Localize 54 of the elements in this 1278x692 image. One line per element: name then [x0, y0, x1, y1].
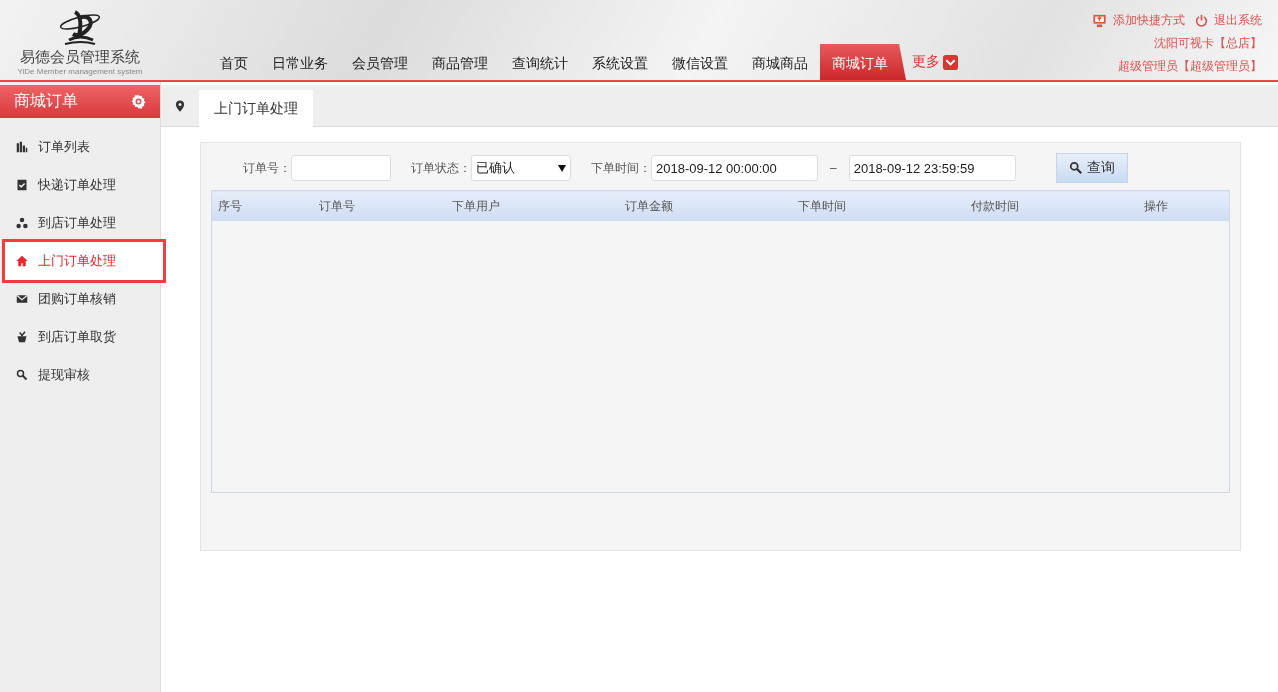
- more-menu[interactable]: 更多: [906, 44, 958, 80]
- nav-tab[interactable]: 微信设置: [660, 44, 740, 80]
- checked-document-icon: [16, 179, 28, 191]
- column-header: 订单金额: [618, 190, 792, 221]
- sidebar-item[interactable]: 到店订单取货: [0, 318, 164, 356]
- column-header: 下单用户: [445, 190, 619, 221]
- chevron-down-icon: [943, 54, 958, 70]
- start-time-field[interactable]: 2018-09-12 00:00:00: [651, 155, 818, 181]
- user-name: 超级管理员【超级管理员】: [1118, 58, 1262, 75]
- power-icon: [1195, 14, 1208, 27]
- sidebar-item[interactable]: 订单列表: [0, 128, 164, 166]
- settings-icon: [131, 94, 146, 109]
- order-number-field[interactable]: [291, 155, 391, 181]
- nav-tab[interactable]: 查询统计: [500, 44, 580, 80]
- field-label: 订单状态：: [411, 159, 471, 177]
- column-header: 付款时间: [964, 190, 1138, 221]
- sidebar-item[interactable]: 到店订单处理: [0, 204, 164, 242]
- search-icon: [16, 369, 28, 381]
- column-header: 序号: [211, 190, 314, 221]
- sidebar-item[interactable]: 团购订单核销: [0, 280, 164, 318]
- dropdown-caret-icon: [558, 164, 566, 172]
- location-pin-icon: [174, 98, 186, 113]
- nav-tab[interactable]: 商城订单: [820, 44, 906, 80]
- store-name: 沈阳可视卡【总店】: [1154, 35, 1262, 52]
- column-header: 订单号: [313, 190, 446, 221]
- nav-tab[interactable]: 商品管理: [420, 44, 500, 80]
- three-circles-icon: [16, 217, 28, 229]
- sidebar-title: 商城订单: [14, 91, 78, 111]
- field-label: 订单号：: [243, 159, 291, 177]
- nav-tab[interactable]: 日常业务: [260, 44, 340, 80]
- logo-subtitle: YiDe Member management system: [17, 67, 143, 76]
- logo-title: 易德会员管理系统: [20, 48, 140, 67]
- column-header: 下单时间: [791, 190, 965, 221]
- sidebar-item[interactable]: 上门订单处理: [2, 239, 166, 283]
- monitor-icon: [1092, 13, 1107, 28]
- sidebar-item[interactable]: 提现审核: [0, 356, 164, 394]
- page-tab[interactable]: 上门订单处理: [199, 90, 313, 127]
- nav-tab[interactable]: 会员管理: [340, 44, 420, 80]
- search-icon: [1068, 161, 1083, 175]
- nav-tab[interactable]: 商城商品: [740, 44, 820, 80]
- logout-link[interactable]: 退出系统: [1195, 12, 1262, 29]
- end-time-field[interactable]: 2018-09-12 23:59:59: [848, 155, 1016, 181]
- envelope-icon: [16, 293, 28, 305]
- bar-chart-icon: [16, 141, 28, 153]
- search-button[interactable]: 查询: [1055, 153, 1128, 183]
- home-icon: [16, 255, 28, 267]
- nav-tab[interactable]: 系统设置: [580, 44, 660, 80]
- status-dropdown[interactable]: 已确认: [471, 155, 571, 181]
- sidebar-item[interactable]: 快递订单处理: [0, 166, 164, 204]
- nav-tab[interactable]: 首页: [208, 44, 260, 80]
- basket-icon: [16, 331, 28, 343]
- range-separator: –: [830, 161, 837, 175]
- column-header: 操作: [1137, 190, 1230, 221]
- field-label: 下单时间：: [591, 159, 651, 177]
